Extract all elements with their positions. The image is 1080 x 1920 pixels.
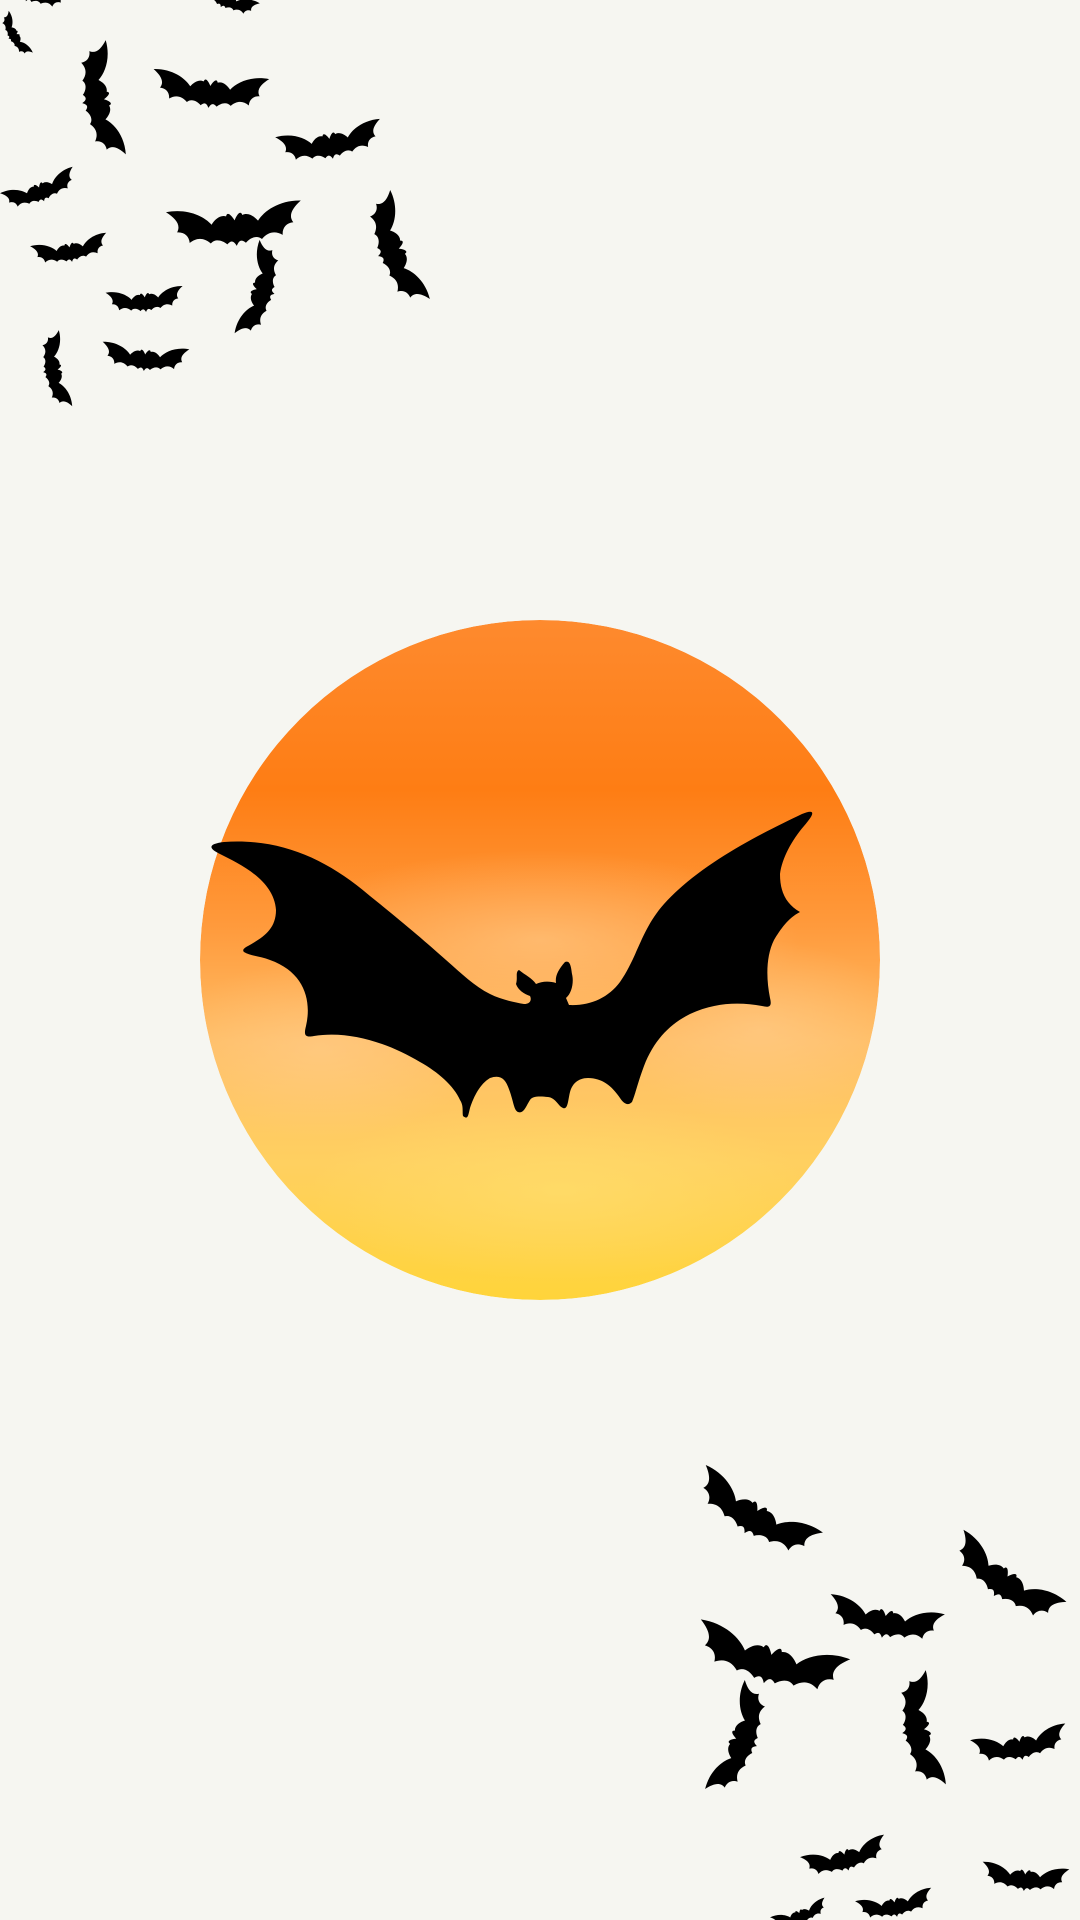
bat-icon: [30, 232, 111, 269]
bat-icon: [358, 189, 431, 311]
bat-icon: [689, 1618, 851, 1704]
bat-icon: [0, 0, 71, 15]
bat-icon: [769, 1897, 831, 1920]
bat-icon: [892, 1670, 947, 1791]
bat-icon: [190, 0, 260, 22]
bat-icon: [855, 1887, 936, 1920]
bat-icon: [234, 239, 287, 341]
bat-icon: [100, 341, 190, 375]
bat-icon: [704, 1679, 777, 1801]
bat-icon: [150, 68, 270, 113]
bat-icon: [36, 330, 73, 411]
bat-icon: [165, 200, 305, 252]
wallpaper: [0, 0, 1080, 1920]
bat-icon: [72, 40, 127, 161]
bat-icon: [824, 1593, 945, 1648]
bat-icon: [0, 166, 81, 215]
bat-icon: [970, 1723, 1071, 1769]
bat-swarm-top-left: [0, 0, 431, 411]
bat-icon: [0, 10, 33, 60]
bat-icon: [105, 285, 185, 316]
bat-icon: [275, 118, 386, 168]
moon: [200, 620, 880, 1300]
bat-icon: [799, 1834, 891, 1882]
bat-icon: [942, 1529, 1067, 1633]
bat-swarm-bottom-right: [685, 1464, 1071, 1920]
bat-icon: [980, 1861, 1070, 1895]
bat-icon: [685, 1464, 824, 1568]
